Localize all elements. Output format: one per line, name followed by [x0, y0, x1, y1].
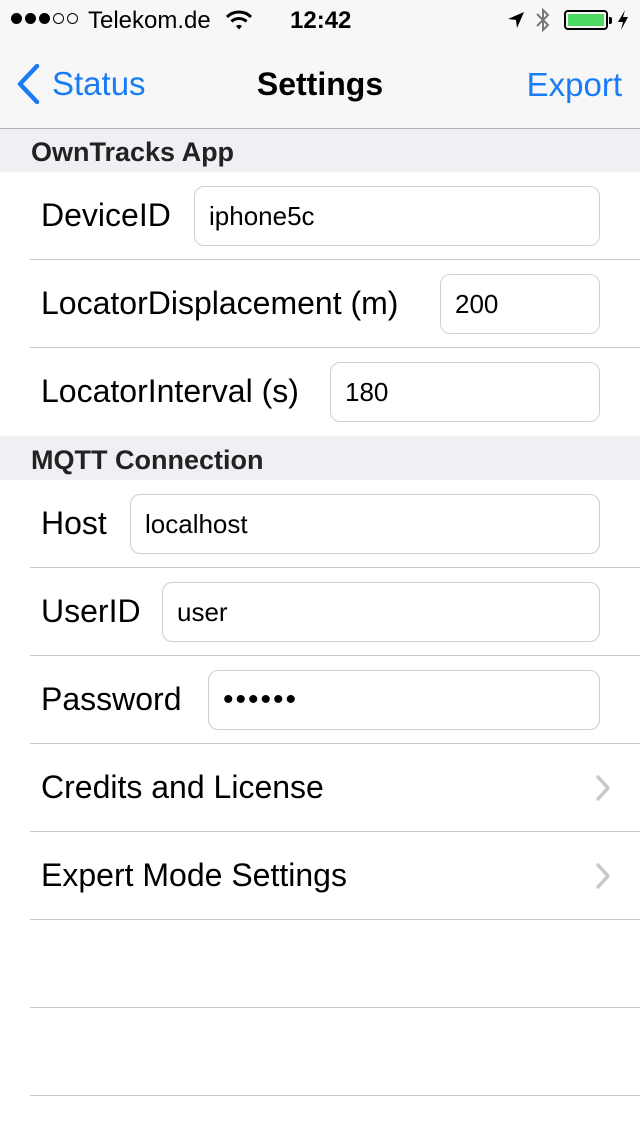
- navigation-bar: Status Settings Export: [0, 42, 640, 129]
- section-header-label: OwnTracks App: [31, 137, 235, 167]
- password-field[interactable]: [208, 670, 600, 730]
- expert-mode-settings-row[interactable]: Expert Mode Settings: [0, 832, 640, 920]
- locator-interval-row: LocatorInterval (s): [0, 348, 640, 436]
- locator-displacement-label: LocatorDisplacement (m): [41, 285, 399, 321]
- host-field[interactable]: [130, 494, 600, 554]
- user-id-row: UserID: [0, 568, 640, 656]
- locator-displacement-row: LocatorDisplacement (m): [0, 260, 640, 348]
- section-header-mqtt-connection: MQTT Connection: [0, 436, 640, 480]
- device-id-row: DeviceID: [0, 172, 640, 260]
- bluetooth-icon: [535, 7, 551, 38]
- chevron-right-icon: [596, 775, 610, 806]
- locator-displacement-field[interactable]: [440, 274, 600, 334]
- clock: 12:42: [290, 7, 352, 34]
- signal-strength-icon: [11, 13, 78, 24]
- password-row: Password: [0, 656, 640, 744]
- user-id-field[interactable]: [162, 582, 600, 642]
- empty-row-separator: [30, 1095, 640, 1096]
- charging-bolt-icon: [616, 9, 630, 36]
- location-arrow-icon: [506, 10, 526, 35]
- device-id-label: DeviceID: [41, 197, 171, 233]
- section-header-label: MQTT Connection: [31, 445, 264, 475]
- locator-interval-field[interactable]: [330, 362, 600, 422]
- user-id-label: UserID: [41, 593, 141, 629]
- status-bar: Telekom.de 12:42: [0, 0, 640, 42]
- export-button[interactable]: Export: [527, 66, 622, 104]
- password-label: Password: [41, 681, 182, 717]
- section-header-owntracks-app: OwnTracks App: [0, 129, 640, 172]
- device-id-field[interactable]: [194, 186, 600, 246]
- expert-mode-settings-label: Expert Mode Settings: [41, 857, 347, 893]
- empty-row-separator: [30, 1007, 640, 1008]
- locator-interval-label: LocatorInterval (s): [41, 373, 299, 409]
- credits-and-license-label: Credits and License: [41, 769, 324, 805]
- carrier-name: Telekom.de: [88, 7, 211, 34]
- host-row: Host: [0, 480, 640, 568]
- chevron-right-icon: [596, 863, 610, 894]
- wifi-icon: [225, 9, 253, 36]
- credits-and-license-row[interactable]: Credits and License: [0, 744, 640, 832]
- host-label: Host: [41, 505, 107, 541]
- battery-icon: [564, 10, 612, 30]
